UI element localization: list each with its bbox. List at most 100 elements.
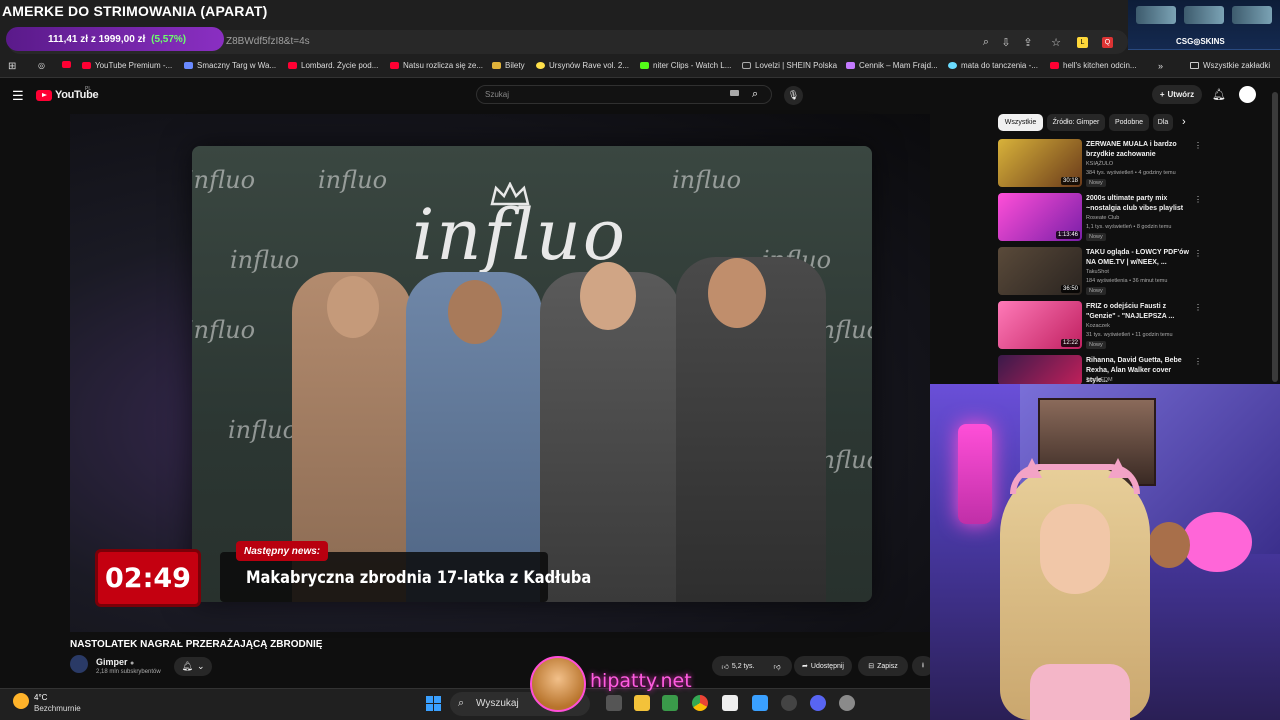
search-input[interactable]: [476, 85, 772, 104]
document-icon[interactable]: [752, 695, 768, 711]
voice-search-button[interactable]: 🎙: [784, 86, 803, 105]
bookmark-item[interactable]: hell's kitchen odcin...: [1050, 61, 1137, 70]
weather-temperature[interactable]: 4°C: [34, 693, 47, 702]
watermark-text: influo: [192, 316, 256, 344]
apps-grid-icon[interactable]: ⊞: [8, 61, 16, 72]
influo-logo-text: influo: [412, 194, 627, 276]
ticket-icon: [492, 62, 501, 69]
search-icon: ⌕: [458, 697, 465, 709]
channel-name[interactable]: Gimper ●: [96, 657, 134, 667]
kick-icon: [640, 62, 649, 69]
extension-red-icon[interactable]: Q: [1102, 37, 1113, 48]
install-icon[interactable]: ⇩: [998, 34, 1014, 50]
bookmark-item[interactable]: Cennik – Mam Frajd...: [846, 61, 938, 70]
region-code: PL: [85, 86, 92, 92]
shein-icon: [742, 62, 751, 69]
bookmark-item[interactable]: YouTube Premium -...: [82, 61, 172, 70]
person-head: [580, 262, 636, 330]
donation-percent: (5,57%): [151, 33, 187, 45]
dislike-button[interactable]: 👎︎: [766, 656, 788, 676]
rec-meta: 31 tys. wyświetleń • 11 godzin temu: [1086, 332, 1173, 338]
notifications-bell-icon[interactable]: 🔔︎: [1212, 88, 1226, 101]
watermark-text: influo: [228, 416, 298, 444]
account-avatar[interactable]: [1239, 86, 1256, 103]
download-icon: ⭳: [921, 661, 925, 669]
recommendation-item[interactable]: Rihanna, David Guetta, Bebe Rexha, Alan …: [998, 355, 1268, 385]
url-text[interactable]: Z8BWdf5fzI8&t=4s: [226, 36, 310, 47]
zoom-icon[interactable]: ⌕: [978, 34, 994, 50]
more-options-icon[interactable]: ⋮: [1194, 141, 1202, 150]
donation-current: 111,41 zł: [48, 33, 89, 45]
new-badge: Nowy: [1086, 179, 1106, 187]
obs-icon[interactable]: [781, 695, 797, 711]
page-scrollbar[interactable]: [1272, 92, 1278, 382]
chip-from-channel[interactable]: Źródło: Gimper: [1047, 114, 1105, 131]
store-icon: [184, 62, 193, 69]
recommendation-item[interactable]: 30:18 ZERWANE MUALA i bardzo brzydkie za…: [998, 139, 1268, 189]
search-placeholder: Szukaj: [485, 90, 510, 99]
share-button[interactable]: ➦ Udostępnij: [794, 656, 852, 676]
recommendation-item[interactable]: 1:13:46 2000s ultimate party mix ~nostal…: [998, 193, 1268, 243]
bookmark-item[interactable]: Natsu rozlicza się ze...: [390, 61, 483, 70]
rifle-icon: [1184, 6, 1224, 24]
bookmark-item[interactable]: Lovelzi | SHEIN Polska: [742, 61, 837, 70]
create-button[interactable]: + Utwórz: [1152, 85, 1202, 104]
chip-related[interactable]: Podobne: [1109, 114, 1149, 131]
channel-avatar[interactable]: [70, 655, 88, 673]
rec-title: ZERWANE MUALA i bardzo brzydkie zachowan…: [1086, 141, 1177, 158]
keyboard-icon[interactable]: [730, 90, 739, 96]
share-icon[interactable]: ⇪: [1020, 34, 1036, 50]
video-duration: 1:13:46: [1055, 231, 1080, 239]
thumbs-down-icon: 👎︎: [773, 663, 781, 671]
bookmark-item[interactable]: Lombard. Życie pod...: [288, 61, 378, 70]
chrome-icon[interactable]: ◎: [38, 61, 45, 70]
rec-title: 2000s ultimate party mix ~nostalgia club…: [1086, 195, 1184, 212]
weather-moon-icon[interactable]: [13, 693, 29, 709]
more-options-icon[interactable]: ⋮: [1194, 195, 1202, 204]
bookmark-youtube[interactable]: [62, 61, 71, 68]
recommendation-item[interactable]: 12:22 FRIZ o odejściu Fausti z "Genzie" …: [998, 301, 1268, 351]
chrome-icon[interactable]: [692, 695, 708, 711]
microphone: [958, 424, 992, 524]
more-options-icon[interactable]: ⋮: [1194, 303, 1202, 312]
save-button[interactable]: ⊟ Zapisz: [858, 656, 908, 676]
windows-start-icon[interactable]: [426, 696, 441, 711]
extension-icon[interactable]: L: [1077, 37, 1088, 48]
clothing: [1030, 664, 1130, 720]
bookmark-item[interactable]: niter Clips - Watch L...: [640, 61, 731, 70]
bell-icon: 🔔︎: [181, 661, 193, 671]
skins-ad-banner[interactable]: CSG◎SKINS: [1128, 0, 1280, 50]
more-options-icon[interactable]: ⋮: [1194, 357, 1202, 366]
settings-gear-icon[interactable]: [839, 695, 855, 711]
bookmark-item[interactable]: Bilety: [492, 61, 525, 70]
bookmark-item[interactable]: mata do tanczenia -...: [948, 61, 1038, 70]
video-duration: 36:50: [1060, 285, 1080, 293]
like-button[interactable]: 👍︎ 5,2 tys.: [712, 656, 764, 676]
playlist-add-icon: ⊟: [868, 663, 875, 670]
file-explorer-icon[interactable]: [634, 695, 650, 711]
discord-icon[interactable]: [810, 695, 826, 711]
all-bookmarks[interactable]: Wszystkie zakładki: [1190, 61, 1270, 70]
search-button[interactable]: ⌕: [752, 88, 758, 101]
subscription-bell-button[interactable]: 🔔︎ ⌄: [174, 657, 212, 676]
bookmark-star-icon[interactable]: ☆: [1048, 34, 1064, 50]
bookmarks-overflow-icon[interactable]: »: [1158, 61, 1163, 71]
ad-banner-text: CSG◎SKINS: [1176, 37, 1225, 46]
notepad-icon[interactable]: [722, 695, 738, 711]
recommendation-item[interactable]: 36:50 TAKU ogląda - ŁOWCY PDF'ów NA OME.…: [998, 247, 1268, 297]
chip-for-you[interactable]: Dla: [1153, 114, 1173, 131]
store-icon[interactable]: [662, 695, 678, 711]
video-title: NASTOLATEK NAGRAŁ PRZERAŻAJĄCĄ ZBRODNIĘ: [70, 639, 323, 650]
weather-description[interactable]: Bezchmurnie: [34, 704, 81, 713]
rec-title: TAKU ogląda - ŁOWCY PDF'ów NA OME.TV | w…: [1086, 249, 1189, 266]
site-icon: [948, 62, 957, 69]
more-options-icon[interactable]: ⋮: [1194, 249, 1202, 258]
task-view-icon[interactable]: [606, 695, 622, 711]
hamburger-menu-icon[interactable]: ☰: [12, 88, 24, 104]
bookmark-item[interactable]: Smaczny Targ w Wa...: [184, 61, 276, 70]
bookmark-item[interactable]: Ursynów Rave vol. 2...: [536, 61, 629, 70]
rifle-icon: [1232, 6, 1272, 24]
webcam-overlay: [930, 384, 1280, 720]
chip-scroll-right-icon[interactable]: ›: [1182, 116, 1186, 128]
chip-all[interactable]: Wszystkie: [998, 114, 1043, 131]
